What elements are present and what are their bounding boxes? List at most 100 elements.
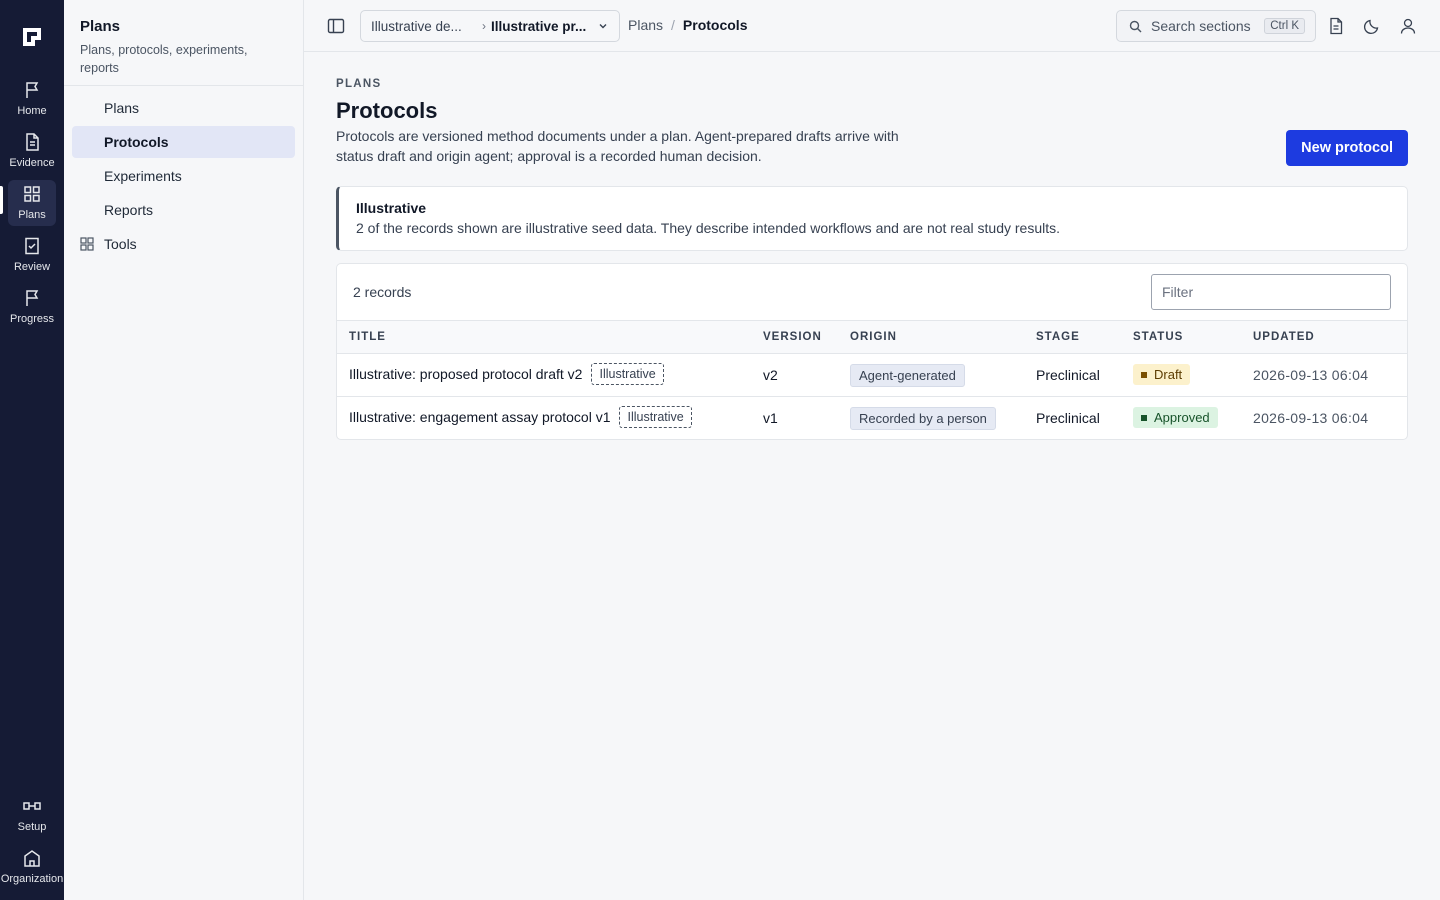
sidebar-item-plans[interactable]: Plans [72,92,295,124]
status-label: Approved [1154,410,1210,425]
user-icon[interactable] [1399,17,1417,35]
cell-stage: Preclinical [1036,410,1100,426]
sidebar-item-label: Plans [104,100,140,116]
sidebar-item-experiments[interactable]: Experiments [72,160,295,192]
column-header-title[interactable]: TITLE [349,331,386,343]
sidebar-subtitle: Plans, protocols, experiments, reports [80,43,248,75]
setup-icon [22,796,42,816]
column-header-status[interactable]: STATUS [1133,331,1183,343]
table-toolbar: 2 records [337,264,1407,321]
sidebar-item-reports[interactable]: Reports [72,194,295,226]
rail-item-label: Home [17,105,47,117]
search-icon [1129,20,1142,33]
sidebar-title: Plans [80,18,121,35]
column-header-origin[interactable]: ORIGIN [850,331,897,343]
breadcrumb-current: Protocols [682,17,748,33]
rail-item-label: Review [13,261,51,273]
protocol-title-link[interactable]: Illustrative: proposed protocol draft v2 [349,366,582,382]
status-dot-icon [1141,414,1147,421]
breadcrumb: Plans / Protocols [628,17,748,33]
top-bar: Illustrative de... › Illustrative pr... … [304,0,1440,52]
rail-item-label: Evidence [9,157,55,169]
rail-item-organization[interactable]: Organization [1,844,63,890]
protocols-table-card: 2 records TITLE VERSION ORIGIN STAGE STA… [336,263,1408,440]
origin-chip: Recorded by a person [850,407,996,430]
rail-item-review[interactable]: Review [8,232,56,278]
protocol-title-link[interactable]: Illustrative: engagement assay protocol … [349,409,610,425]
rail-item-label: Organization [0,873,64,885]
cell-updated: 2026-09-13 06:04 [1253,410,1369,426]
origin-chip: Agent-generated [850,364,965,387]
cell-title: Illustrative: engagement assay protocol … [349,406,692,428]
page-title: Protocols [336,98,438,123]
rail-item-setup[interactable]: Setup [8,792,56,838]
column-header-version[interactable]: VERSION [763,331,822,343]
flag-icon [22,80,42,100]
context-project: Illustrative pr... [491,18,587,34]
section-sidebar: Plans Plans, protocols, experiments, rep… [64,0,304,900]
document-icon[interactable] [1327,17,1345,35]
page-description: Protocols are versioned method documents… [336,128,899,164]
moon-icon[interactable] [1363,17,1381,35]
illustrative-notice: Illustrative 2 of the records shown are … [336,186,1408,251]
page-eyebrow: PLANS [336,78,382,90]
app-rail: Home Evidence Plans Review Progress Setu… [0,0,64,900]
status-label: Draft [1154,367,1183,382]
column-header-stage[interactable]: STAGE [1036,331,1080,343]
sidebar-item-tools[interactable]: Tools [72,228,295,260]
status-badge: Draft [1133,364,1191,385]
column-header-updated[interactable]: UPDATED [1253,331,1315,343]
checklist-icon [22,236,42,256]
rail-item-evidence[interactable]: Evidence [8,128,56,174]
grid-icon [80,237,94,251]
filter-input[interactable] [1151,274,1391,310]
search-shortcut-badge: Ctrl K [1264,18,1305,34]
search-sections-button[interactable]: Search sections Ctrl K [1116,10,1316,42]
breadcrumb-separator: / [671,17,675,33]
sidebar-item-label: Experiments [104,168,182,184]
illustrative-tag: Illustrative [591,363,664,385]
cell-title: Illustrative: proposed protocol draft v2… [349,363,664,385]
search-label: Search sections [1151,18,1251,34]
cell-origin: Recorded by a person [850,407,996,430]
rail-item-label: Plans [18,209,46,221]
grid-icon [22,184,42,204]
context-selector[interactable]: Illustrative de... › Illustrative pr... [360,10,620,42]
rail-item-label: Progress [9,313,55,325]
cell-updated: 2026-09-13 06:04 [1253,367,1369,383]
cell-version: v1 [763,410,778,426]
status-badge: Approved [1133,407,1218,428]
status-dot-icon [1141,371,1147,378]
cell-status: Draft [1133,364,1191,385]
breadcrumb-plans[interactable]: Plans [628,17,663,33]
cell-status: Approved [1133,407,1218,428]
sidebar-nav: Plans Protocols Experiments Reports Tool… [64,86,303,268]
rail-item-plans[interactable]: Plans [8,180,56,226]
cell-version: v2 [763,367,778,383]
chevron-down-icon [597,20,609,32]
cell-stage: Preclinical [1036,367,1100,383]
sidebar-toggle-icon[interactable] [326,16,346,36]
notice-title: Illustrative [356,200,427,216]
cell-origin: Agent-generated [850,364,965,387]
sidebar-item-protocols[interactable]: Protocols [72,126,295,158]
sidebar-item-label: Reports [104,202,154,218]
rail-item-label: Setup [17,821,47,833]
table-row[interactable]: Illustrative: proposed protocol draft v2… [337,354,1407,397]
rail-item-progress[interactable]: Progress [8,284,56,330]
document-icon [22,132,42,152]
new-protocol-button[interactable]: New protocol [1286,130,1408,166]
table-header: TITLE VERSION ORIGIN STAGE STATUS UPDATE… [337,321,1407,354]
app-logo-icon[interactable] [21,26,43,48]
context-separator: › [482,19,486,33]
rail-item-home[interactable]: Home [8,76,56,122]
illustrative-tag: Illustrative [619,406,692,428]
context-program: Illustrative de... [371,18,462,34]
flag-icon [22,288,42,308]
record-count: 2 records [353,284,412,300]
sidebar-header: Plans Plans, protocols, experiments, rep… [64,0,303,86]
notice-body: 2 of the records shown are illustrative … [356,220,1061,236]
table-row[interactable]: Illustrative: engagement assay protocol … [337,397,1407,439]
sidebar-item-label: Tools [104,236,137,252]
sidebar-item-label: Protocols [104,134,169,150]
